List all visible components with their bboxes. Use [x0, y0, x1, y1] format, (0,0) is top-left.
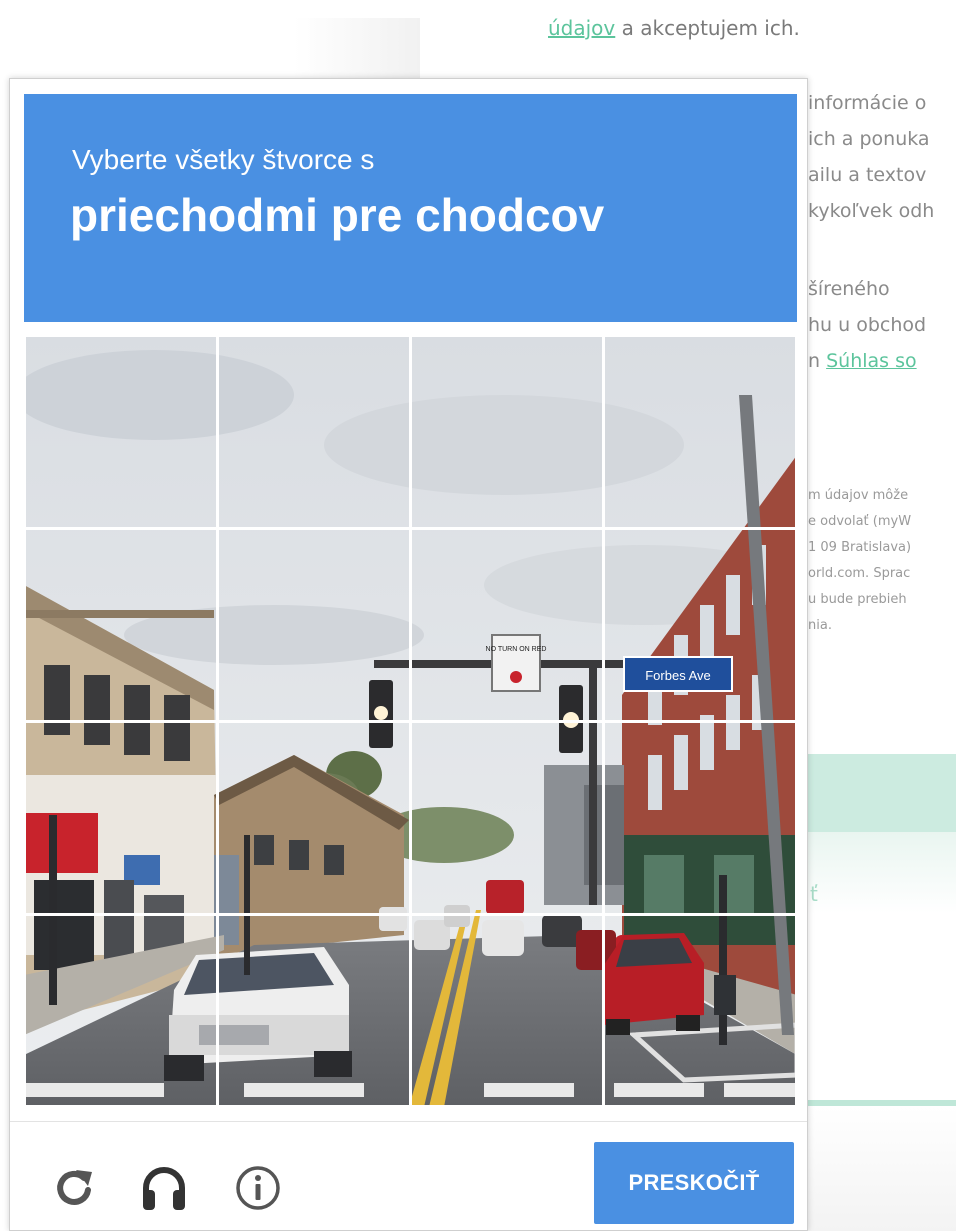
background-consent-text: údajov a akceptujem ich. [548, 16, 800, 40]
captcha-tile[interactable] [217, 528, 411, 722]
background-text-line: ailu a textov [808, 164, 927, 186]
captcha-tile[interactable] [410, 914, 604, 1107]
captcha-tile[interactable] [24, 335, 218, 529]
consent-link[interactable]: Súhlas so [826, 350, 917, 372]
captcha-tile[interactable] [24, 721, 218, 915]
captcha-tile[interactable] [24, 914, 218, 1107]
captcha-tile[interactable] [410, 721, 604, 915]
captcha-tile[interactable] [217, 335, 411, 529]
audio-challenge-icon[interactable] [138, 1162, 190, 1214]
captcha-challenge: Vyberte všetky štvorce s priechodmi pre … [9, 78, 808, 1231]
background-submit-button[interactable] [808, 754, 956, 832]
captcha-tile[interactable] [24, 528, 218, 722]
captcha-tile[interactable] [217, 914, 411, 1107]
captcha-header: Vyberte všetky štvorce s priechodmi pre … [24, 94, 797, 322]
captcha-image-grid: NO TURN ON RED Forbes Ave [24, 335, 797, 1107]
captcha-keyword: priechodmi pre chodcov [70, 189, 605, 241]
captcha-tile[interactable] [217, 721, 411, 915]
captcha-tile[interactable] [410, 528, 604, 722]
background-small-line: nia. [808, 618, 832, 633]
background-small-line: u bude prebieh [808, 592, 907, 607]
background-panel [808, 832, 956, 1102]
background-text-line: ich a ponuka [808, 128, 930, 150]
skip-button[interactable]: PRESKOČIŤ [594, 1142, 794, 1224]
background-text-fragment: n [808, 350, 827, 372]
captcha-tile[interactable] [603, 335, 797, 529]
background-text-line: šíreného [808, 278, 890, 300]
captcha-tile[interactable] [603, 914, 797, 1107]
background-footer [808, 1106, 956, 1231]
background-text-line: informácie o [808, 92, 927, 114]
background-text-line: hu u obchod [808, 314, 927, 336]
privacy-link[interactable]: údajov [548, 16, 615, 40]
background-small-line: m údajov môže [808, 488, 909, 503]
background-text-line: kykoľvek odh [808, 200, 935, 222]
background-green-text: ť [810, 882, 818, 906]
info-icon[interactable] [232, 1162, 284, 1214]
background-consent-suffix: a akceptujem ich. [615, 16, 800, 40]
background-consent-line: n Súhlas so [808, 350, 917, 372]
background-small-line: orld.com. Sprac [808, 566, 911, 581]
captcha-footer: PRESKOČIŤ [10, 1121, 807, 1231]
captcha-tile[interactable] [603, 721, 797, 915]
captcha-tile[interactable] [603, 528, 797, 722]
background-small-line: e odvolať (myW [808, 514, 912, 529]
captcha-tile[interactable] [410, 335, 604, 529]
background-small-line: 1 09 Bratislava) [808, 540, 912, 555]
reload-icon[interactable] [48, 1162, 100, 1214]
captcha-instruction: Vyberte všetky štvorce s [72, 144, 375, 175]
background-top-panel [0, 18, 420, 78]
